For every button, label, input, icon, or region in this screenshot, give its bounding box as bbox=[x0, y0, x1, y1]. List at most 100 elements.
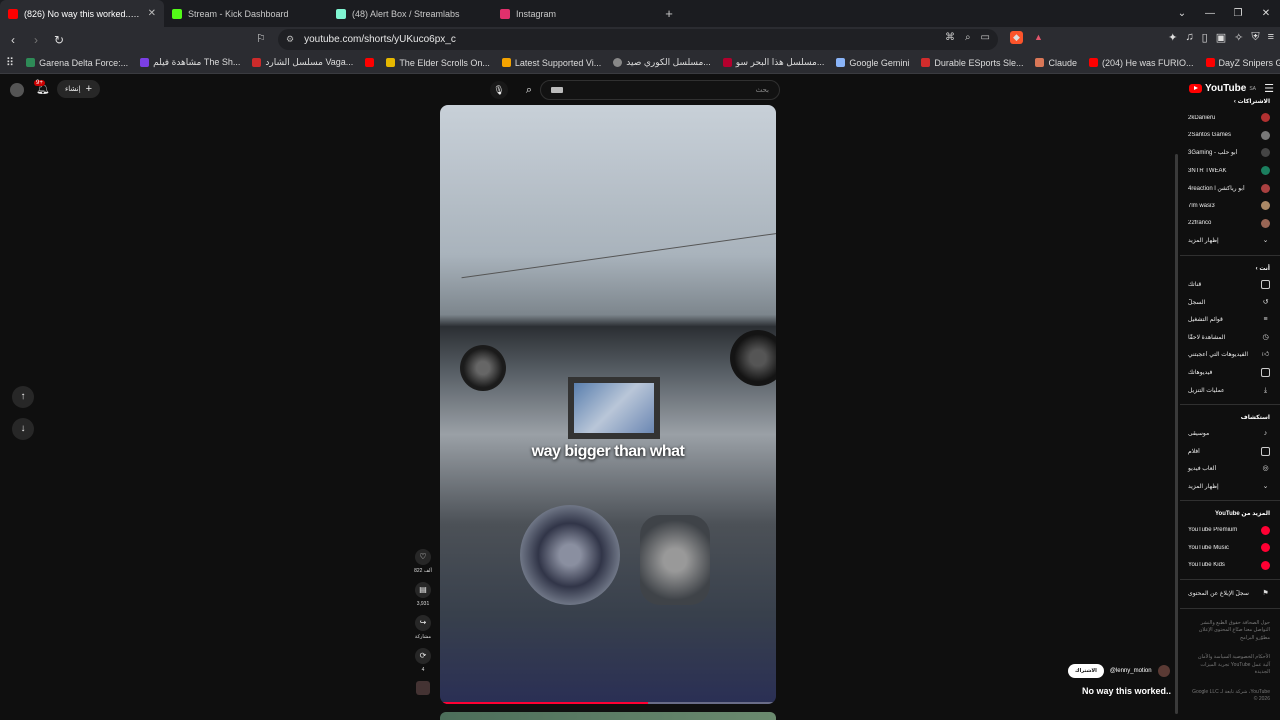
channel-handle[interactable]: @lenny_motion bbox=[1110, 668, 1152, 674]
translate-icon[interactable]: ⌘ bbox=[945, 32, 955, 43]
show-more-subscriptions[interactable]: ⌄ إظهار المزيد bbox=[1180, 232, 1280, 250]
sidebar-item-music[interactable]: ♪ موسيقى bbox=[1180, 425, 1280, 443]
footer-links[interactable]: حول الصحافة حقوق الطبع والنشر التواصل مع… bbox=[1180, 614, 1280, 649]
tab-instagram[interactable]: Instagram bbox=[492, 0, 656, 27]
guide-sidebar: الاشتراكات › 2kDanieru 2Santos Games 3Ga… bbox=[1180, 94, 1280, 720]
close-window-button[interactable]: ✕ bbox=[1252, 8, 1280, 19]
sidebar-item-label: موسيقى bbox=[1188, 431, 1210, 438]
like-button[interactable]: ♡ bbox=[415, 549, 431, 565]
bookmark-label: The Elder Scrolls On... bbox=[399, 57, 490, 68]
maximize-button[interactable]: ❐ bbox=[1224, 8, 1252, 19]
bookmark-item[interactable]: The Elder Scrolls On... bbox=[386, 58, 490, 68]
sidebar-item-movies[interactable]: أفلام bbox=[1180, 443, 1280, 461]
sidebar-scrollbar[interactable] bbox=[1175, 154, 1178, 714]
tab-list-chevron-icon[interactable]: ⌄ bbox=[1168, 8, 1196, 19]
bookmark-item[interactable]: Latest Supported Vi... bbox=[501, 58, 601, 68]
sidebar-item-label: قوائم التشغيل bbox=[1188, 317, 1223, 324]
forward-button[interactable]: › bbox=[26, 33, 46, 47]
sidebar-subscription[interactable]: 2Santos Games bbox=[1180, 127, 1280, 145]
search-input[interactable]: بحث bbox=[540, 80, 780, 100]
reload-button[interactable]: ↻ bbox=[49, 33, 69, 47]
video-progress-bar[interactable] bbox=[440, 702, 776, 704]
shorts-video-player[interactable]: way bigger than what bbox=[440, 105, 776, 704]
subscribe-button[interactable]: الاشتراك bbox=[1068, 664, 1104, 678]
address-bar[interactable]: ⚙ youtube.com/shorts/yUKuco6px_c ⌘ ⌕ ▭ bbox=[278, 29, 998, 50]
close-tab-icon[interactable]: ✕ bbox=[148, 8, 156, 19]
site-info-icon[interactable]: ⚙ bbox=[286, 34, 294, 45]
new-tab-button[interactable]: + bbox=[656, 6, 682, 21]
sidebar-item-downloads[interactable]: ⤓ عمليات التنزيل bbox=[1180, 381, 1280, 399]
channel-avatar[interactable] bbox=[1157, 665, 1170, 677]
bookmark-item[interactable]: Google Gemini bbox=[836, 58, 909, 68]
youtube-kids-icon bbox=[1261, 560, 1270, 570]
next-short-preview[interactable] bbox=[440, 712, 776, 720]
sidebar-subscription[interactable]: 3NTR TWEAK bbox=[1180, 162, 1280, 180]
minimize-button[interactable]: — bbox=[1196, 8, 1224, 19]
bookmark-item[interactable]: Durable ESports Sle... bbox=[921, 58, 1023, 68]
tab-streamlabs[interactable]: (48) Alert Box / Streamlabs bbox=[328, 0, 492, 27]
sidebar-toggle-icon[interactable]: ▯ bbox=[1202, 31, 1208, 44]
bookmark-item[interactable] bbox=[365, 58, 375, 67]
sidebar-subscription[interactable]: 4reaction l أبو ريأكشن bbox=[1180, 179, 1280, 197]
back-button[interactable]: ‹ bbox=[3, 33, 23, 47]
sidebar-item-watch-later[interactable]: ◷ المشاهدة لاحقًا bbox=[1180, 329, 1280, 347]
subscriptions-header[interactable]: الاشتراكات › bbox=[1180, 94, 1280, 109]
brave-shields-icon[interactable]: ◆ bbox=[1010, 31, 1023, 44]
sidebar-item-gaming[interactable]: ◎ ألعاب فيديو bbox=[1180, 460, 1280, 478]
sidebar-subscription[interactable]: 3Gaming - أبو حلب bbox=[1180, 144, 1280, 162]
voice-search-button[interactable]: 🎙︎ bbox=[490, 81, 508, 99]
sound-thumbnail[interactable] bbox=[416, 681, 430, 695]
bookmark-item[interactable]: DayZ Snipers Get H... bbox=[1205, 58, 1280, 68]
bookmark-icon[interactable]: ⚐ bbox=[256, 32, 266, 45]
brave-rewards-icon[interactable]: ▲ bbox=[1032, 31, 1045, 44]
bookmark-item[interactable]: مسلسل هذا البحر سو... bbox=[722, 57, 824, 68]
wallet-icon[interactable]: ▣ bbox=[1216, 31, 1226, 44]
bookmark-favicon-icon bbox=[26, 58, 36, 67]
sidebar-item-playlists[interactable]: ≡ قوائم التشغيل bbox=[1180, 311, 1280, 329]
keyboard-icon[interactable] bbox=[551, 87, 563, 93]
extensions-icon[interactable]: ✦ bbox=[1168, 31, 1177, 44]
sidebar-item-your-videos[interactable]: فيديوهاتك bbox=[1180, 364, 1280, 382]
sidebar-subscription[interactable]: 22franco bbox=[1180, 215, 1280, 233]
bookmark-item[interactable]: مسلسل الكوري صيد... bbox=[613, 57, 711, 68]
bookmark-item[interactable]: مسلسل الشارد Vaga... bbox=[252, 57, 353, 68]
sidebar-item-liked-videos[interactable]: 👍︎ الفيديوهات التي أعجبتني bbox=[1180, 346, 1280, 364]
flag-icon: ⚑ bbox=[1262, 590, 1269, 598]
previous-short-button[interactable]: ↑ bbox=[12, 386, 34, 408]
apps-grid-icon[interactable]: ⠿ bbox=[6, 56, 14, 69]
bookmark-item[interactable]: مشاهدة فيلم The Sh... bbox=[140, 57, 240, 68]
vpn-icon[interactable]: ⛨ bbox=[1251, 31, 1259, 44]
bookmark-item[interactable]: (204) He was FURIO... bbox=[1089, 58, 1194, 68]
leo-icon[interactable]: ✧ bbox=[1234, 31, 1243, 44]
youtube-logo[interactable]: YouTube SA bbox=[1189, 83, 1256, 94]
sidebar-item-report-history[interactable]: ⚑ سجلّ الإبلاغ عن المحتوى bbox=[1180, 585, 1280, 603]
bookmark-item[interactable]: Claude bbox=[1035, 58, 1077, 68]
bookmark-item[interactable]: Garena Delta Force:... bbox=[26, 58, 128, 68]
you-header[interactable]: أنت › bbox=[1180, 261, 1280, 276]
remix-button[interactable]: ⟳ bbox=[415, 648, 431, 664]
sidebar-item-show-more[interactable]: ⌄ إظهار المزيد bbox=[1180, 478, 1280, 496]
menu-icon[interactable]: ≡ bbox=[1268, 31, 1274, 44]
sidebar-item-label: المشاهدة لاحقًا bbox=[1188, 334, 1226, 341]
sidebar-subscription[interactable]: 2kDanieru bbox=[1180, 109, 1280, 127]
tab-kick[interactable]: Stream - Kick Dashboard bbox=[164, 0, 328, 27]
comments-button[interactable]: ▤ bbox=[415, 582, 431, 598]
cast-icon[interactable]: ▭ bbox=[981, 32, 990, 43]
sidebar-item-kids[interactable]: YouTube Kids bbox=[1180, 556, 1280, 574]
instagram-favicon-icon bbox=[500, 8, 510, 19]
sidebar-item-your-channel[interactable]: قناتك bbox=[1180, 276, 1280, 294]
tab-youtube[interactable]: (826) No way this worked.. - YouTube ✕ bbox=[0, 0, 164, 27]
footer-policies[interactable]: الأحكام الخصوصية السياسة والأمان آلية عم… bbox=[1180, 648, 1280, 683]
create-button[interactable]: إنشاء + bbox=[57, 80, 100, 98]
account-avatar[interactable] bbox=[10, 83, 24, 97]
next-short-button[interactable]: ↓ bbox=[12, 418, 34, 440]
youtube-shorts-page: 🔔︎ 9+ إنشاء + 🎙︎ ⌕ بحث YouTube SA ☰ ↑ ↓ … bbox=[0, 74, 1280, 720]
sidebar-item-premium[interactable]: YouTube Premium bbox=[1180, 521, 1280, 539]
media-control-icon[interactable]: ♫ bbox=[1185, 31, 1193, 44]
sidebar-item-music-app[interactable]: YouTube Music bbox=[1180, 539, 1280, 557]
share-button[interactable]: ↪ bbox=[415, 615, 431, 631]
zoom-icon[interactable]: ⌕ bbox=[965, 32, 971, 43]
sidebar-item-history[interactable]: ↺ السجلّ bbox=[1180, 293, 1280, 311]
sidebar-subscription[interactable]: 7lm wasi3 bbox=[1180, 197, 1280, 215]
search-button[interactable]: ⌕ bbox=[518, 80, 540, 100]
